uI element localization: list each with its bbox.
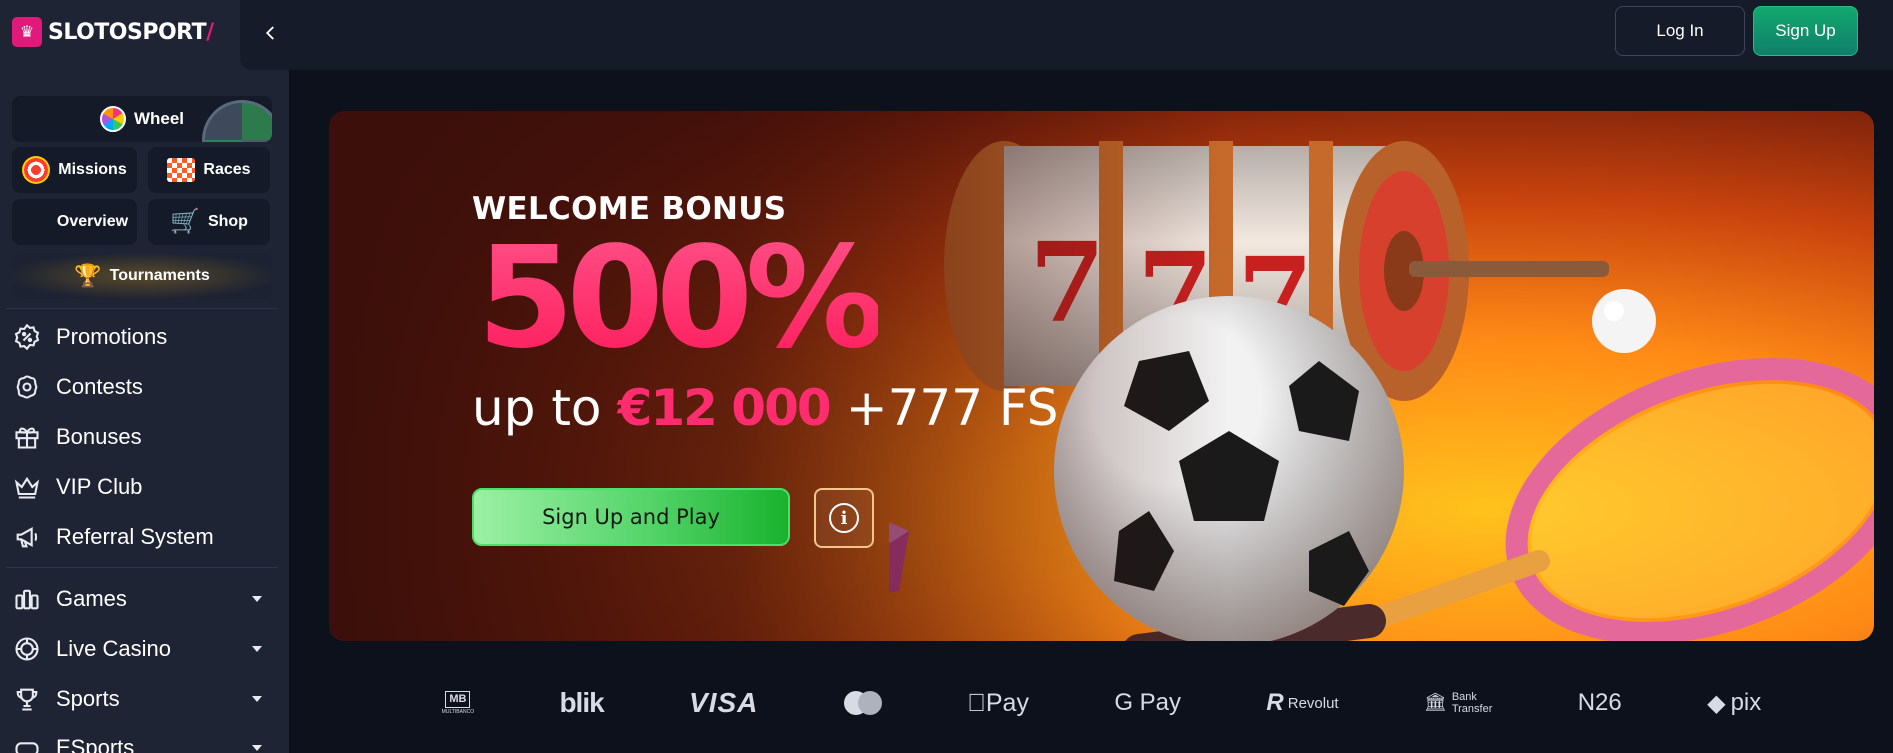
sidebar-item-promotions[interactable]: Promotions xyxy=(12,317,272,357)
sidebar: ♛ SLOTOSPORT/ Wheel Missions Races Overv… xyxy=(0,0,289,753)
fortune-wheel-icon xyxy=(99,106,126,132)
crown-icon xyxy=(12,472,42,502)
dashboard-grid-icon xyxy=(21,208,49,236)
races-button[interactable]: Races xyxy=(148,147,270,193)
revolut-logo: R Revolut xyxy=(1259,689,1338,716)
mastercard-logo xyxy=(843,683,882,723)
games-icon xyxy=(12,584,42,614)
sidebar-item-label: Sports xyxy=(56,686,120,711)
wheel-label: Wheel xyxy=(133,109,185,128)
sidebar-item-label: ESports xyxy=(56,735,135,753)
sidebar-item-referral-system[interactable]: Referral System xyxy=(12,517,272,557)
sidebar-divider xyxy=(6,567,278,568)
overview-button[interactable]: Overview xyxy=(12,199,137,245)
missions-label: Missions xyxy=(58,161,127,178)
blik-logo: blik xyxy=(559,687,604,718)
overview-label: Overview xyxy=(56,213,129,230)
award-icon xyxy=(12,372,42,402)
sidebar-item-label: Referral System xyxy=(56,524,214,549)
sign-up-and-play-button[interactable]: Sign Up and Play xyxy=(472,488,790,546)
info-icon: i xyxy=(829,503,859,533)
login-button[interactable]: Log In xyxy=(1615,6,1745,56)
chevron-down-icon xyxy=(252,696,262,702)
bank-icon: 🏛 xyxy=(1419,692,1447,713)
sidebar-item-label: Live Casino xyxy=(56,636,171,661)
chevron-left-icon xyxy=(265,26,274,40)
sidebar-item-bonuses[interactable]: Bonuses xyxy=(12,417,272,457)
sidebar-item-label: Promotions xyxy=(56,324,168,349)
checkered-flag-icon xyxy=(167,158,196,182)
chevron-down-icon xyxy=(252,596,262,602)
pix-diamond-icon: ◆ xyxy=(1706,689,1725,717)
crown-logo-icon: ♛ xyxy=(12,17,42,47)
esports-icon xyxy=(12,733,42,753)
chip-icon xyxy=(12,634,42,664)
sidebar-item-sports[interactable]: Sports xyxy=(12,679,272,719)
target-icon xyxy=(22,156,51,184)
n26-logo: N26 xyxy=(1574,689,1622,716)
logo-text: SLOTOSPORT xyxy=(48,19,207,45)
signup-button[interactable]: Sign Up xyxy=(1753,6,1858,56)
pix-logo: ◆ pix xyxy=(1706,689,1761,717)
chevron-down-icon xyxy=(252,745,262,751)
bonus-percent: 500% xyxy=(477,217,886,380)
visa-logo: VISA xyxy=(689,687,759,718)
sidebar-divider xyxy=(6,308,278,309)
shop-button[interactable]: 🛒 Shop xyxy=(148,199,270,245)
sidebar-item-label: Bonuses xyxy=(56,424,142,449)
google-pay-logo: G Pay xyxy=(1105,689,1181,716)
bonus-info-button[interactable]: i xyxy=(814,488,874,548)
welcome-bonus-banner[interactable]: 7 7 7 xyxy=(329,111,1874,641)
sidebar-item-esports[interactable]: ESports xyxy=(12,728,272,753)
free-spins: +777 FS xyxy=(845,379,1059,437)
logo-slash: / xyxy=(206,19,214,45)
sidebar-item-label: VIP Club xyxy=(56,474,143,499)
bonus-amount: €12 000 xyxy=(617,379,832,437)
sidebar-item-contests[interactable]: Contests xyxy=(12,367,272,407)
chevron-down-icon xyxy=(252,646,262,652)
trophy-icon: 🏆 xyxy=(74,263,102,288)
sidebar-item-label: Games xyxy=(56,586,127,611)
top-bar: Log In Sign Up xyxy=(240,0,1893,70)
bank-transfer-logo: 🏛 Bank Transfer xyxy=(1419,690,1492,715)
sidebar-item-vip-club[interactable]: VIP Club xyxy=(12,467,272,507)
percent-badge-icon xyxy=(12,322,42,352)
apple-icon:  xyxy=(967,689,986,718)
sidebar-item-games[interactable]: Games xyxy=(12,579,272,619)
apple-pay-logo:  Pay xyxy=(967,683,1029,723)
tournaments-label: Tournaments xyxy=(109,267,210,284)
trophy-icon xyxy=(12,684,42,714)
sidebar-item-live-casino[interactable]: Live Casino xyxy=(12,629,272,669)
tournaments-button[interactable]: 🏆 Tournaments xyxy=(12,253,272,299)
sidebar-item-label: Contests xyxy=(56,374,143,399)
collapse-sidebar-button[interactable] xyxy=(256,18,286,48)
brand-logo[interactable]: ♛ SLOTOSPORT/ xyxy=(12,15,214,49)
missions-button[interactable]: Missions xyxy=(12,147,137,193)
shopping-cart-icon: 🛒 xyxy=(170,208,200,235)
bonus-amount-line: up to €12 000 +777 FS xyxy=(472,381,1059,436)
megaphone-icon xyxy=(12,522,42,552)
shop-label: Shop xyxy=(207,213,248,230)
races-label: Races xyxy=(203,161,251,178)
wheel-decoration xyxy=(202,100,272,142)
gift-icon xyxy=(12,422,42,452)
wheel-button[interactable]: Wheel xyxy=(12,96,272,142)
payment-methods-strip: MB MULTIBANCO blik VISA  Pay G Pay RRev… xyxy=(329,678,1874,728)
multibanco-logo: MB MULTIBANCO xyxy=(441,691,475,715)
up-to-label: up to xyxy=(472,379,602,437)
